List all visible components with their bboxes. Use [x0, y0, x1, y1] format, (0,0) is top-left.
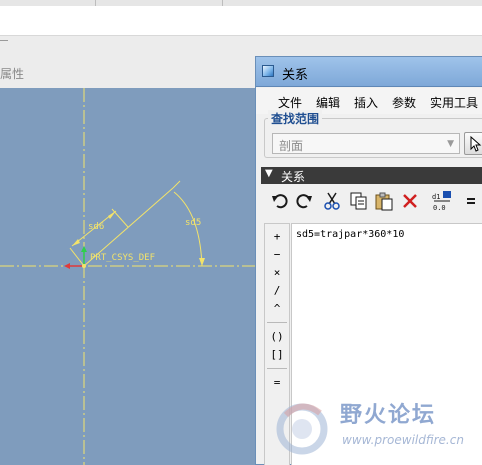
relations-section-label: 关系	[281, 170, 306, 184]
dimension-display-icon: d1 0.0	[432, 191, 451, 212]
tab-divider	[95, 0, 96, 6]
cut-button[interactable]	[321, 189, 343, 213]
dialog-title: 关系	[282, 68, 309, 83]
relations-dialog: 关系 文件 编辑 插入 参数 实用工具 查找范围 剖面 ▼ ▼ 关系 d1 0.…	[255, 56, 482, 465]
tab-divider	[222, 0, 223, 6]
operator-divide-button[interactable]: /	[267, 282, 287, 300]
cut-icon	[324, 192, 340, 210]
delete-button[interactable]	[399, 189, 421, 213]
copy-icon	[350, 192, 367, 210]
dimension-sd5-label[interactable]: sd5	[185, 218, 201, 228]
sd6-arrow	[108, 211, 116, 219]
menu-file[interactable]: 文件	[278, 94, 302, 111]
relations-window-icon	[262, 65, 274, 77]
dimension-display-button[interactable]: d1 0.0	[431, 189, 453, 213]
menu-edit[interactable]: 编辑	[316, 94, 340, 111]
properties-tab-label[interactable]: 属性	[0, 65, 24, 82]
sketch-viewport[interactable]: sd6 sd5 PRT_CSYS_DEF	[0, 88, 257, 465]
look-in-value: 剖面	[279, 139, 304, 153]
csys-x-arrow	[64, 263, 70, 269]
relations-toolbar: d1 0.0	[261, 187, 482, 217]
delete-icon	[403, 194, 417, 208]
select-arrow-button[interactable]	[464, 132, 482, 155]
app-tab-strip	[0, 0, 482, 6]
redo-icon	[296, 194, 312, 209]
chevron-down-icon: ▼	[447, 139, 454, 149]
operator-parentheses-button[interactable]: ()	[267, 328, 287, 346]
paste-icon	[375, 192, 393, 211]
ribbon-marker	[0, 40, 8, 54]
sd5-extension-line	[172, 180, 181, 189]
operator-power-button[interactable]: ^	[267, 300, 287, 318]
toolbar-overflow[interactable]	[461, 189, 479, 213]
collapse-triangle-icon[interactable]: ▼	[265, 168, 273, 179]
menu-insert[interactable]: 插入	[354, 94, 378, 111]
sd5-arrow	[199, 258, 205, 266]
app-title-bar	[0, 0, 482, 36]
look-in-label: 查找范围	[268, 110, 323, 127]
svg-text:0.0: 0.0	[433, 204, 446, 212]
relation-line[interactable]: sd5=trajpar*360*10	[296, 229, 404, 240]
csys-label[interactable]: PRT_CSYS_DEF	[90, 253, 155, 263]
dialog-title-bar[interactable]: 关系	[256, 57, 482, 87]
relations-section-header[interactable]: ▼ 关系	[261, 167, 482, 184]
copy-button[interactable]	[347, 189, 369, 213]
undo-icon	[272, 194, 288, 209]
operator-equals-button[interactable]: =	[267, 374, 287, 392]
sketch-canvas[interactable]: sd6 sd5 PRT_CSYS_DEF	[0, 88, 257, 465]
paste-button[interactable]	[373, 189, 395, 213]
cursor-arrow-icon	[470, 135, 482, 152]
relations-editor[interactable]: sd5=trajpar*360*10	[291, 223, 482, 465]
operator-brackets-button[interactable]: []	[267, 346, 287, 364]
menu-parameters[interactable]: 参数	[392, 94, 416, 111]
operator-separator	[267, 322, 287, 323]
dimension-sd6-label[interactable]: sd6	[88, 222, 104, 232]
more-icon	[467, 198, 475, 204]
operator-plus-button[interactable]: +	[267, 228, 287, 246]
look-in-select[interactable]: 剖面 ▼	[272, 133, 460, 154]
origin-point[interactable]	[82, 264, 86, 268]
redo-button[interactable]	[293, 189, 315, 213]
menu-utilities[interactable]: 实用工具	[430, 94, 478, 111]
undo-button[interactable]	[269, 189, 291, 213]
svg-text:d1: d1	[432, 193, 440, 201]
operator-minus-button[interactable]: −	[267, 246, 287, 264]
sd5-arc	[173, 191, 203, 267]
csys-y-arrow	[81, 246, 87, 252]
operator-multiply-button[interactable]: ×	[267, 264, 287, 282]
operator-toolbar: + − × / ^ () [] =	[264, 223, 290, 465]
operator-separator	[267, 368, 287, 369]
